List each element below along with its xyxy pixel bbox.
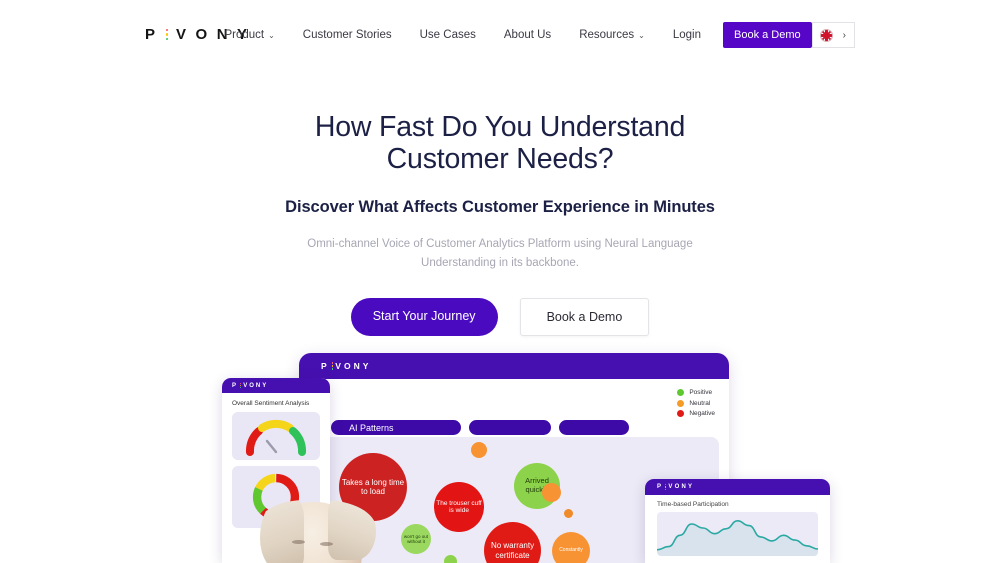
person-hair-right <box>328 500 376 560</box>
chevron-down-icon: ⌄ <box>268 31 275 40</box>
chevron-down-icon: ⌄ <box>638 31 645 40</box>
nav-item-about-us[interactable]: About Us <box>490 22 565 48</box>
legend-item-positive: Positive <box>677 389 715 396</box>
legend-label-positive: Positive <box>689 389 713 396</box>
logo-letter-o: O <box>249 382 256 389</box>
bubble-no-warranty-certificate[interactable]: No warranty certificate <box>484 522 541 563</box>
sentiment-card-title: Overall Sentiment Analysis <box>232 400 310 407</box>
logo-letter-p: P <box>232 382 239 389</box>
bubble-constantly[interactable]: Constantly <box>552 532 590 563</box>
nav-item-product[interactable]: Product ⌄ <box>210 22 288 48</box>
nav-item-use-cases[interactable]: Use Cases <box>406 22 490 48</box>
logo-letter-p: P <box>145 26 159 43</box>
sentiment-legend: Positive Neutral Negative <box>677 389 715 421</box>
legend-item-negative: Negative <box>677 410 715 417</box>
participation-card-logo: P V O N Y <box>657 484 694 490</box>
page-title-line1: How Fast Do You Understand <box>314 111 686 143</box>
participation-line-chart <box>657 519 818 556</box>
product-mockup: P V O N Y Positive Neutral Negative AI P… <box>0 345 1000 563</box>
bubble-dot-7[interactable] <box>542 483 561 502</box>
nav-item-product-label: Product <box>224 29 265 41</box>
bubble-won-t-go-out-without-it[interactable]: won't go out without it <box>401 524 431 554</box>
nav-item-login-label: Login <box>672 29 701 41</box>
logo-letter-y: Y <box>688 484 695 490</box>
participation-chart <box>657 512 818 556</box>
hero-subtitle: Discover What Affects Customer Experienc… <box>285 198 715 216</box>
bubble-dot-8[interactable] <box>444 555 457 563</box>
person-photo <box>258 500 376 563</box>
start-your-journey-button[interactable]: Start Your Journey <box>350 298 498 336</box>
logo-letter-p: P <box>321 361 330 371</box>
logo-dots-icon <box>165 28 169 41</box>
nav-item-resources-label: Resources <box>579 29 635 41</box>
participation-card-title-bar: P V O N Y <box>645 479 830 495</box>
book-a-demo-button[interactable]: Book a Demo <box>519 298 650 336</box>
participation-card: P V O N Y Time-based Participation <box>645 479 830 563</box>
person-eye-right <box>320 542 333 546</box>
hero-description: Omni-channel Voice of Customer Analytics… <box>307 238 693 269</box>
logo-dots-icon <box>331 362 334 370</box>
tab-tertiary[interactable] <box>559 420 629 435</box>
person-hair-left <box>260 500 304 563</box>
hero-section: How Fast Do You Understand Customer Need… <box>0 111 1000 336</box>
chevron-right-icon: › <box>842 29 846 41</box>
nav-item-login[interactable]: Login <box>659 22 715 48</box>
nav-item-about-us-label: About Us <box>503 29 552 41</box>
nav-item-customer-stories-label: Customer Stories <box>302 29 392 41</box>
logo-letter-v: V <box>176 26 190 43</box>
hero-cta-group: Start Your Journey Book a Demo <box>0 298 1000 336</box>
legend-label-neutral: Neutral <box>689 399 711 407</box>
participation-card-title: Time-based Participation <box>657 501 729 508</box>
tab-ai-patterns[interactable]: AI Patterns <box>331 420 461 435</box>
logo-dots-icon <box>240 382 242 389</box>
uk-flag-icon <box>819 28 833 42</box>
sentiment-card-title-bar: P V O N Y <box>222 378 330 393</box>
dashboard-logo: P V O N Y <box>321 361 371 371</box>
gauge-panel <box>232 412 320 460</box>
nav-item-resources[interactable]: Resources ⌄ <box>565 22 659 48</box>
bubble-the-trouser-cuff-is-wide[interactable]: The trouser cuff is wide <box>434 482 484 532</box>
person-eye-left <box>292 540 305 544</box>
language-selector[interactable]: › <box>811 22 855 48</box>
nav-item-use-cases-label: Use Cases <box>419 29 476 41</box>
tab-secondary[interactable] <box>469 420 551 435</box>
logo-letter-y: Y <box>362 361 372 371</box>
dashboard-title-bar: P V O N Y <box>299 353 729 379</box>
nav-book-a-demo-button[interactable]: Book a Demo <box>723 22 812 48</box>
sentiment-gauge-icon <box>246 419 306 456</box>
nav-item-customer-stories[interactable]: Customer Stories <box>289 22 406 48</box>
logo-letter-p: P <box>657 484 664 490</box>
nav-menu: Product ⌄ Customer Stories Use Cases Abo… <box>210 22 855 48</box>
logo-letter-o: O <box>343 361 354 371</box>
legend-item-neutral: Neutral <box>677 399 715 407</box>
page-title-line2: Customer Needs? <box>386 142 614 175</box>
bubble-dot-6[interactable] <box>471 442 487 458</box>
landing-page: P V O N Y Product ⌄ Customer Stories Use… <box>0 0 1000 563</box>
page-title: How Fast Do You Understand Customer Need… <box>0 111 1000 175</box>
logo-letter-n: N <box>353 361 363 371</box>
sentiment-card-logo: P V O N Y <box>232 383 268 389</box>
logo-letter-o: O <box>674 484 682 490</box>
logo-letter-v: V <box>335 361 344 371</box>
logo-dots-icon <box>665 484 667 490</box>
top-navigation-bar: P V O N Y Product ⌄ Customer Stories Use… <box>0 0 1000 70</box>
bubble-dot-9[interactable] <box>564 509 573 518</box>
logo-letter-o: O <box>195 26 211 43</box>
legend-label-negative: Negative <box>689 410 715 417</box>
logo-letter-y: Y <box>262 382 269 389</box>
dashboard-tabs: AI Patterns <box>331 420 629 435</box>
